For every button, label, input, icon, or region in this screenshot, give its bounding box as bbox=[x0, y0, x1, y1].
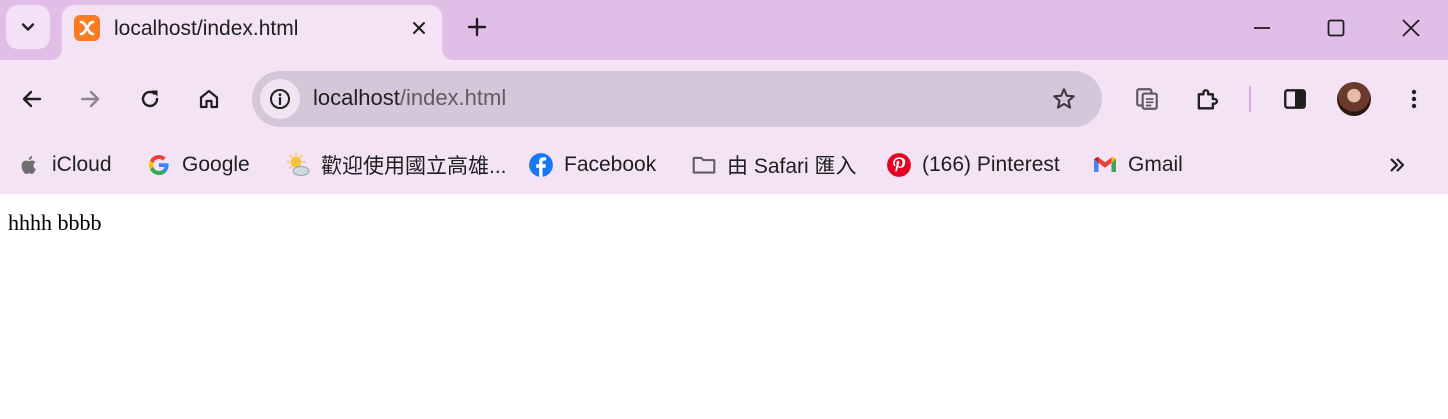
bookmark-folder-safari[interactable]: 由 Safari 匯入 bbox=[691, 148, 857, 182]
more-vertical-icon bbox=[1411, 89, 1417, 109]
star-icon bbox=[1053, 88, 1075, 109]
bookmark-facebook[interactable]: Facebook bbox=[528, 148, 656, 182]
gmail-icon bbox=[1092, 152, 1118, 178]
active-tab[interactable]: localhost/index.html bbox=[50, 5, 454, 60]
bookmark-star-button[interactable] bbox=[1048, 83, 1080, 115]
xampp-favicon-icon bbox=[74, 15, 100, 41]
tab-close-button[interactable] bbox=[406, 15, 432, 41]
page-body-text: hhhh bbbb bbox=[8, 210, 102, 235]
tab-title: localhost/index.html bbox=[114, 17, 299, 40]
toolbar-divider bbox=[1249, 86, 1251, 112]
arrow-right-icon bbox=[80, 90, 100, 108]
google-icon bbox=[146, 152, 172, 178]
home-button[interactable] bbox=[189, 79, 229, 119]
more-bookmarks-button[interactable] bbox=[1382, 150, 1412, 180]
arrow-left-icon bbox=[22, 90, 42, 108]
facebook-icon bbox=[528, 152, 554, 178]
bookmark-label: (166) Pinterest bbox=[922, 153, 1060, 176]
minimize-button[interactable] bbox=[1242, 8, 1282, 48]
close-icon bbox=[1402, 19, 1420, 37]
bookmark-gmail[interactable]: Gmail bbox=[1092, 148, 1183, 182]
pinterest-icon bbox=[886, 152, 912, 178]
bookmark-label: Google bbox=[182, 153, 250, 176]
bookmark-label: iCloud bbox=[52, 153, 112, 176]
reading-list-button[interactable] bbox=[1127, 79, 1167, 119]
reload-icon bbox=[141, 90, 159, 108]
close-icon bbox=[413, 22, 425, 34]
plus-icon bbox=[467, 17, 487, 37]
toolbar: localhost/index.html bbox=[0, 60, 1448, 138]
bookmark-icloud[interactable]: iCloud bbox=[16, 148, 112, 182]
address-bar[interactable]: localhost/index.html bbox=[252, 71, 1102, 127]
bookmark-google[interactable]: Google bbox=[146, 148, 250, 182]
url-host: localhost bbox=[313, 85, 400, 110]
site-info-button[interactable] bbox=[260, 79, 300, 119]
bookmark-label: Gmail bbox=[1128, 153, 1183, 176]
url-path: /index.html bbox=[399, 85, 507, 110]
weather-sun-cloud-icon bbox=[285, 152, 311, 178]
puzzle-icon bbox=[1197, 89, 1219, 110]
bookmarks-bar: iCloud Google 歡迎使用國立高雄... Facebook 由 Saf… bbox=[0, 138, 1448, 194]
bookmark-label: 歡迎使用國立高雄... bbox=[321, 155, 507, 178]
maximize-button[interactable] bbox=[1316, 8, 1356, 48]
minimize-icon bbox=[1254, 27, 1270, 29]
info-icon bbox=[270, 89, 290, 109]
side-panel-icon bbox=[1284, 89, 1306, 109]
menu-button[interactable] bbox=[1394, 79, 1434, 119]
bookmark-nkust[interactable]: 歡迎使用國立高雄... bbox=[285, 148, 507, 182]
side-panel-button[interactable] bbox=[1275, 79, 1315, 119]
forward-button[interactable] bbox=[70, 79, 110, 119]
maximize-icon bbox=[1327, 19, 1345, 37]
bookmark-pinterest[interactable]: (166) Pinterest bbox=[886, 148, 1060, 182]
url-text[interactable]: localhost/index.html bbox=[313, 85, 506, 111]
apple-icon bbox=[16, 152, 42, 178]
folder-icon bbox=[691, 152, 717, 178]
new-tab-button[interactable] bbox=[462, 12, 492, 42]
page-content: hhhh bbbb bbox=[0, 194, 1448, 419]
back-button[interactable] bbox=[12, 79, 52, 119]
double-chevron-right-icon bbox=[1390, 158, 1405, 172]
extensions-button[interactable] bbox=[1187, 79, 1227, 119]
close-window-button[interactable] bbox=[1391, 8, 1431, 48]
reload-button[interactable] bbox=[130, 79, 170, 119]
chevron-down-icon bbox=[21, 23, 35, 31]
home-icon bbox=[199, 89, 219, 109]
tab-copy-icon bbox=[1136, 88, 1158, 110]
tab-strip: localhost/index.html bbox=[0, 0, 1448, 60]
profile-avatar[interactable] bbox=[1337, 82, 1371, 116]
bookmark-label: Facebook bbox=[564, 153, 657, 176]
tab-search-button[interactable] bbox=[6, 5, 50, 49]
bookmark-label: 由 Safari 匯入 bbox=[727, 155, 857, 178]
